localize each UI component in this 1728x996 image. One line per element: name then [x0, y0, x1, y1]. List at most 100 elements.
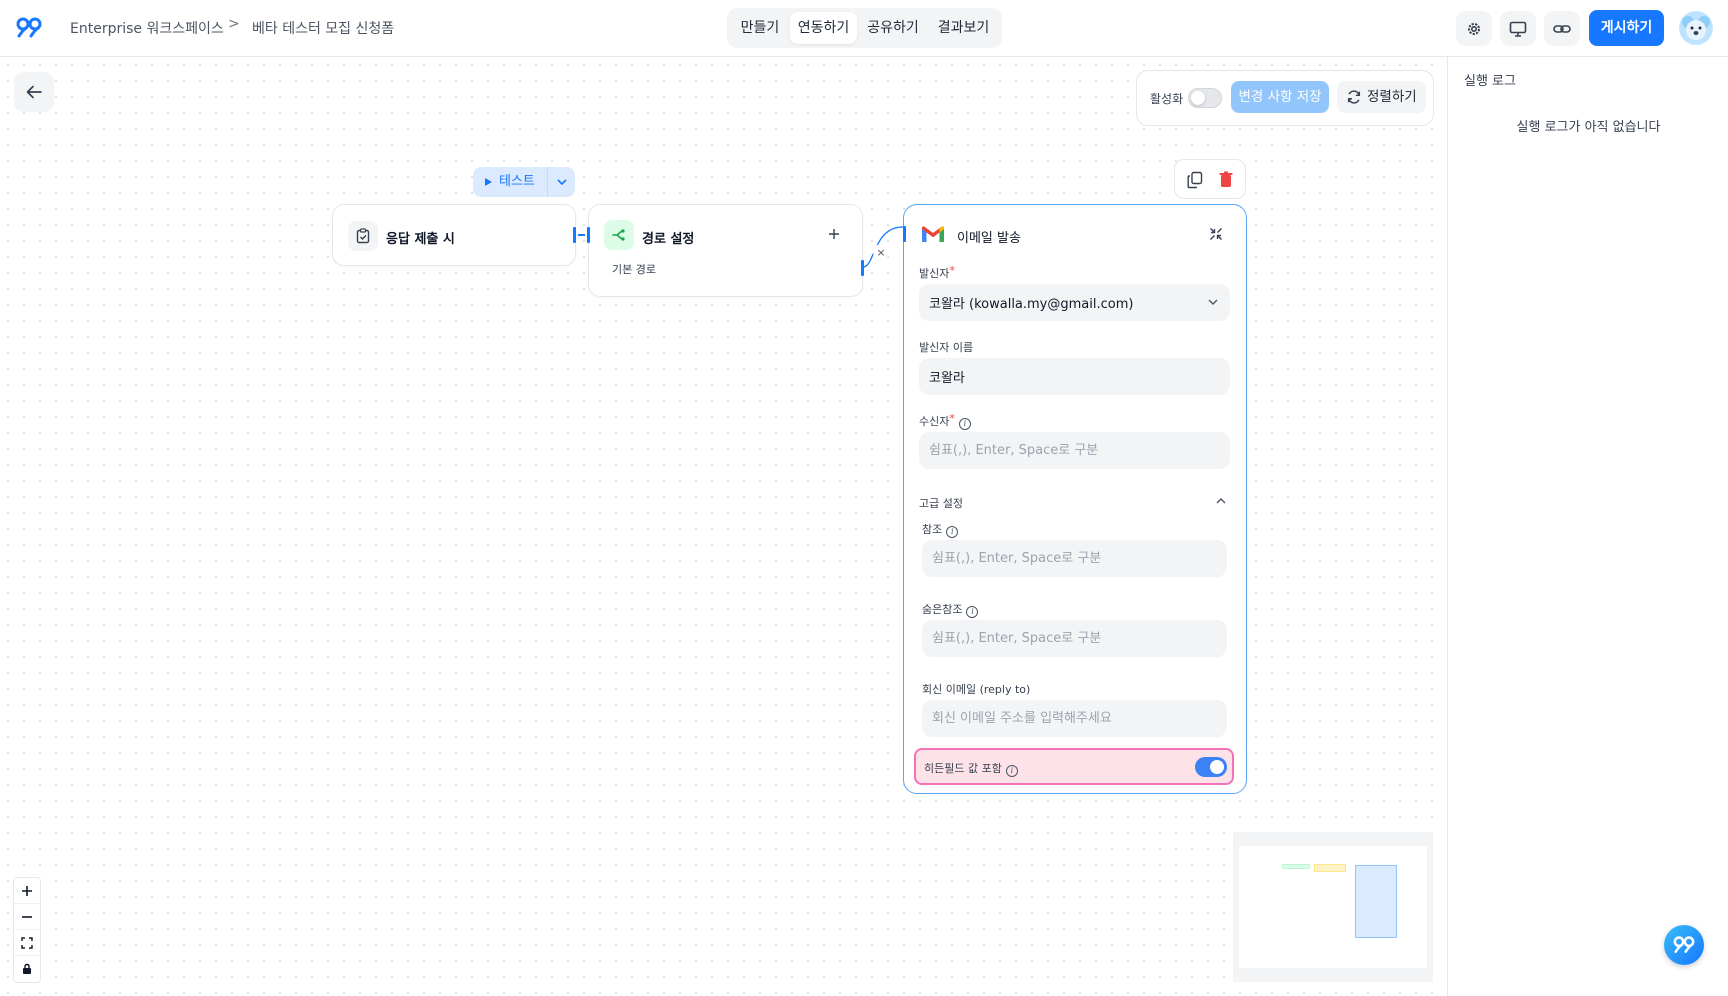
info-icon[interactable]: i — [958, 418, 971, 430]
minus-icon — [22, 915, 32, 918]
chevron-right-icon: > — [228, 16, 240, 32]
edge-trigger-route — [578, 234, 585, 236]
clipboard-check-icon — [348, 221, 378, 251]
link-icon — [1553, 24, 1571, 33]
gear-icon — [1468, 22, 1480, 35]
monitor-icon — [1509, 21, 1527, 37]
tab-integrate[interactable]: 연동하기 — [790, 12, 857, 44]
email-node[interactable]: 이메일 발송 발신자* 코왈라 (kowalla.my@gmail.com) 발… — [902, 204, 1247, 794]
minimap-node — [1282, 864, 1310, 869]
test-button[interactable]: 테스트 — [473, 167, 547, 197]
help-chat-button[interactable] — [1664, 925, 1704, 965]
tab-results[interactable]: 결과보기 — [930, 12, 997, 44]
preview-button[interactable] — [1500, 11, 1536, 46]
remove-edge-button[interactable]: × — [873, 244, 889, 260]
play-icon — [485, 178, 492, 186]
zoom-controls — [13, 877, 41, 983]
arrange-label: 정렬하기 — [1367, 89, 1417, 105]
chevron-up-icon[interactable] — [1216, 498, 1226, 504]
zoom-in-button[interactable] — [14, 878, 40, 904]
info-icon[interactable]: i — [946, 526, 959, 538]
reply-to-input-box[interactable] — [932, 711, 1227, 726]
copy-link-button[interactable] — [1544, 11, 1580, 46]
gmail-icon — [922, 226, 944, 242]
publish-button[interactable]: 게시하기 — [1589, 10, 1664, 46]
trash-icon[interactable] — [1219, 171, 1233, 188]
lock-icon — [23, 963, 31, 974]
bcc-input-box[interactable] — [932, 631, 1227, 646]
hidden-field-toggle[interactable] — [1195, 757, 1227, 777]
route-input-handle[interactable] — [587, 227, 590, 243]
test-options-button[interactable] — [548, 167, 575, 197]
add-path-icon[interactable] — [828, 228, 840, 240]
reply-to-label: 회신 이메일 (reply to) — [922, 683, 1031, 696]
koala-avatar-icon — [1682, 16, 1710, 40]
trigger-output-handle[interactable] — [573, 227, 576, 243]
collapse-node-icon[interactable] — [1209, 227, 1223, 241]
plus-icon — [22, 885, 32, 896]
mode-tabs: 만들기 연동하기 공유하기 결과보기 — [727, 8, 1002, 48]
minimap-node — [1355, 865, 1397, 938]
hidden-field-label: 히든필드 값 포함 i — [924, 760, 1018, 777]
arrange-button[interactable]: 정렬하기 — [1337, 81, 1426, 113]
zoom-out-button[interactable] — [14, 904, 40, 930]
flow-canvas[interactable]: 활성화 변경 사항 저장 정렬하기 테스트 응답 제출 시 경로 설정 기본 경… — [0, 57, 1447, 996]
sender-name-value: 코왈라 — [929, 371, 965, 386]
advanced-settings-label[interactable]: 고급 설정 — [919, 495, 963, 511]
chevron-down-icon — [556, 179, 567, 185]
cc-input-box[interactable] — [932, 551, 1227, 566]
test-split-button: 테스트 — [473, 167, 575, 197]
active-label: 활성화 — [1150, 92, 1184, 106]
arrow-left-icon — [26, 85, 42, 99]
recipient-input[interactable] — [919, 432, 1230, 469]
save-changes-button[interactable]: 변경 사항 저장 — [1231, 81, 1329, 113]
route-node[interactable]: 경로 설정 기본 경로 — [587, 204, 864, 297]
breadcrumb-form-name[interactable]: 베타 테스터 모집 신청폼 — [252, 18, 394, 38]
email-input-handle[interactable] — [902, 226, 906, 242]
execution-log-panel: 실행 로그 실행 로그가 아직 없습니다 — [1447, 57, 1728, 996]
tab-create[interactable]: 만들기 — [732, 12, 788, 44]
recipient-label: 수신자* i — [919, 412, 971, 430]
chevron-down-icon — [1208, 299, 1218, 305]
node-actions — [1174, 159, 1246, 199]
route-split-icon — [604, 220, 634, 250]
sender-select[interactable]: 코왈라 (kowalla.my@gmail.com) — [919, 284, 1230, 321]
sender-name-label: 발신자 이름 — [919, 341, 974, 354]
tab-share[interactable]: 공유하기 — [860, 12, 926, 44]
hidden-field-row: 히든필드 값 포함 i — [914, 748, 1234, 785]
bcc-label: 숨은참조 i — [922, 601, 979, 618]
fit-view-button[interactable] — [14, 930, 40, 956]
info-icon[interactable]: i — [966, 606, 979, 618]
info-icon[interactable]: i — [1005, 765, 1018, 777]
top-bar: Enterprise 워크스페이스 > 베타 테스터 모집 신청폼 만들기 연동… — [0, 0, 1728, 57]
execution-log-title: 실행 로그 — [1464, 74, 1516, 89]
copy-icon[interactable] — [1187, 171, 1203, 189]
sender-label: 발신자* — [919, 264, 955, 280]
avatar[interactable] — [1679, 11, 1713, 45]
lock-view-button[interactable] — [14, 956, 40, 982]
cc-label: 참조 i — [922, 521, 959, 538]
route-default-path-label: 기본 경로 — [612, 263, 656, 276]
flow-control-panel: 활성화 변경 사항 저장 정렬하기 — [1136, 70, 1434, 126]
trigger-node-title: 응답 제출 시 — [386, 232, 455, 247]
minimap-viewport — [1239, 846, 1427, 968]
email-node-title: 이메일 발송 — [957, 231, 1021, 246]
sender-value: 코왈라 (kowalla.my@gmail.com) — [929, 297, 1134, 312]
back-button[interactable] — [14, 72, 54, 112]
minimap[interactable] — [1233, 832, 1433, 982]
refresh-icon — [1347, 90, 1361, 104]
settings-button[interactable] — [1456, 11, 1492, 46]
app-logo-icon — [1673, 936, 1695, 953]
route-node-title: 경로 설정 — [642, 232, 695, 247]
cc-input[interactable] — [922, 540, 1227, 577]
reply-to-input[interactable] — [922, 700, 1227, 737]
breadcrumb-workspace[interactable]: Enterprise 워크스페이스 — [70, 18, 224, 38]
app-logo-icon[interactable] — [15, 16, 43, 40]
sender-name-field[interactable]: 코왈라 — [919, 358, 1230, 395]
trigger-node[interactable]: 응답 제출 시 — [332, 204, 576, 266]
execution-log-empty: 실행 로그가 아직 없습니다 — [1516, 120, 1661, 135]
active-toggle[interactable] — [1188, 88, 1222, 108]
test-label: 테스트 — [499, 174, 535, 189]
recipient-input-box[interactable] — [929, 443, 1230, 458]
bcc-input[interactable] — [922, 620, 1227, 657]
